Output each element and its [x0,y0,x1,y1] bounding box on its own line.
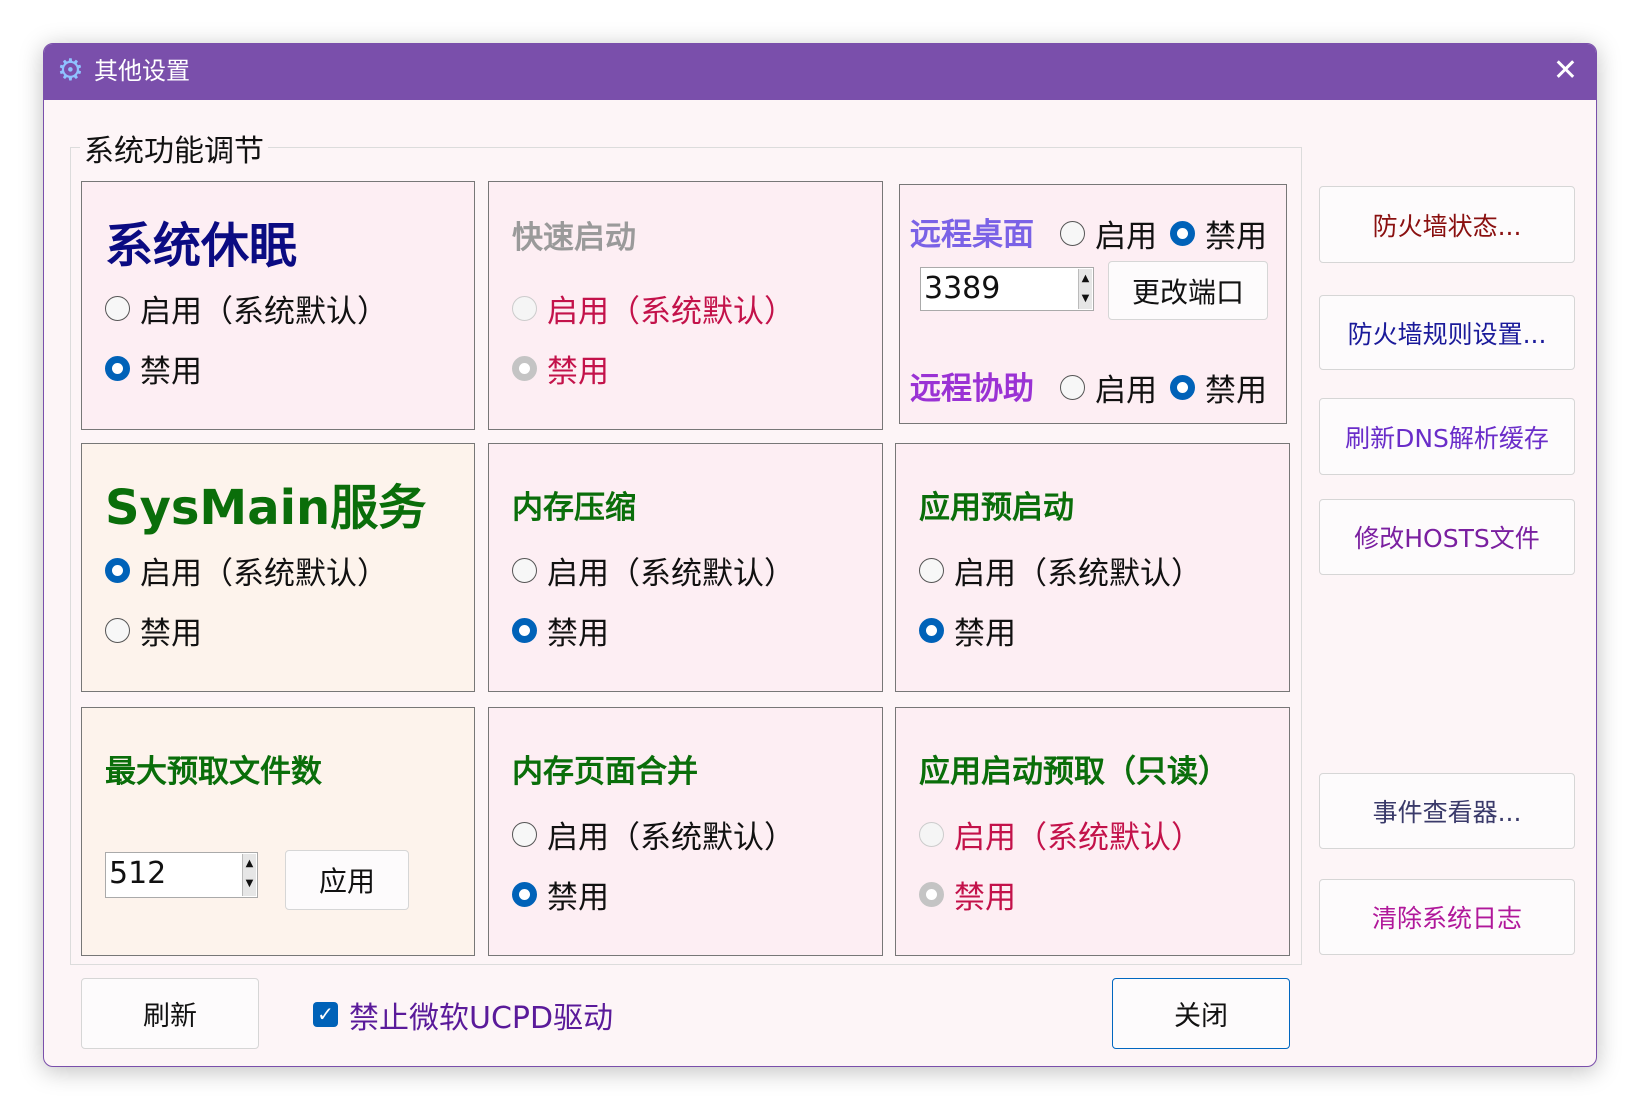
remote-desktop-disable-radio[interactable]: 禁用 [1170,211,1267,256]
fast-startup-disable-radio[interactable]: 禁用 [512,346,609,391]
app-launch-prefetch-disable-radio[interactable]: 禁用 [919,872,1016,917]
max-prefetch-input[interactable]: 512 ▲ ▼ [105,852,258,898]
gear-icon: ⚙ [57,53,84,88]
remote-desktop-label: 远程桌面 [910,217,1034,253]
title-bar: ⚙ 其他设置 ✕ [44,44,1596,100]
firewall-status-button[interactable]: 防火墙状态... [1319,186,1575,263]
rdp-port-input[interactable]: 3389 ▲ ▼ [920,267,1094,311]
sleep-enable-radio[interactable]: 启用（系统默认） [105,286,388,331]
clear-logs-button[interactable]: 清除系统日志 [1319,879,1575,955]
sysmain-enable-radio[interactable]: 启用（系统默认） [105,548,388,593]
refresh-button[interactable]: 刷新 [81,978,259,1049]
sleep-title: 系统休眠 [105,218,298,274]
fast-startup-title: 快速启动 [512,220,636,256]
remote-assist-disable-radio[interactable]: 禁用 [1170,365,1267,410]
close-button[interactable]: 关闭 [1112,978,1290,1049]
event-viewer-button[interactable]: 事件查看器... [1319,773,1575,849]
mem-compress-disable-radio[interactable]: 禁用 [512,608,609,653]
fast-startup-panel: 快速启动 启用（系统默认） 禁用 [488,181,883,430]
settings-dialog: ⚙ 其他设置 ✕ 系统功能调节 系统休眠 启用（系统默认） 禁用 快速启动 启用… [43,43,1597,1067]
app-prelaunch-title: 应用预启动 [919,490,1074,526]
app-launch-prefetch-title: 应用启动预取（只读） [919,754,1229,790]
close-icon[interactable]: ✕ [1553,54,1578,88]
app-prelaunch-disable-radio[interactable]: 禁用 [919,608,1016,653]
edit-hosts-button[interactable]: 修改HOSTS文件 [1319,499,1575,575]
spin-arrows[interactable]: ▲ ▼ [1078,269,1092,309]
remote-desktop-enable-radio[interactable]: 启用 [1060,211,1157,256]
mem-compress-enable-radio[interactable]: 启用（系统默认） [512,548,795,593]
sleep-disable-radio[interactable]: 禁用 [105,346,202,391]
sleep-panel: 系统休眠 启用（系统默认） 禁用 [81,181,475,430]
flush-dns-button[interactable]: 刷新DNS解析缓存 [1319,398,1575,475]
change-port-button[interactable]: 更改端口 [1108,261,1268,320]
ucpd-label[interactable]: 禁止微软UCPD驱动 [349,993,613,1037]
window-title: 其他设置 [94,57,190,85]
mem-compress-panel: 内存压缩 启用（系统默认） 禁用 [488,443,883,692]
remote-panel: 远程桌面 启用 禁用 3389 ▲ ▼ 更改端口 远程协助 启用 禁用 [899,184,1287,424]
app-prelaunch-panel: 应用预启动 启用（系统默认） 禁用 [895,443,1290,692]
max-prefetch-panel: 最大预取文件数 512 ▲ ▼ 应用 [81,707,475,956]
sysmain-title: SysMain服务 [105,480,427,536]
app-launch-prefetch-enable-radio[interactable]: 启用（系统默认） [919,812,1202,857]
sysmain-disable-radio[interactable]: 禁用 [105,608,202,653]
group-label: 系统功能调节 [80,126,268,170]
page-combine-enable-radio[interactable]: 启用（系统默认） [512,812,795,857]
app-prelaunch-enable-radio[interactable]: 启用（系统默认） [919,548,1202,593]
page-combine-panel: 内存页面合并 启用（系统默认） 禁用 [488,707,883,956]
page-combine-title: 内存页面合并 [512,754,698,790]
fast-startup-enable-radio[interactable]: 启用（系统默认） [512,286,795,331]
spin-arrows[interactable]: ▲ ▼ [242,854,256,896]
apply-button[interactable]: 应用 [285,850,409,910]
page-combine-disable-radio[interactable]: 禁用 [512,872,609,917]
max-prefetch-title: 最大预取文件数 [105,754,322,790]
app-launch-prefetch-panel: 应用启动预取（只读） 启用（系统默认） 禁用 [895,707,1290,956]
firewall-rules-button[interactable]: 防火墙规则设置... [1319,295,1575,370]
mem-compress-title: 内存压缩 [512,490,636,526]
remote-assist-enable-radio[interactable]: 启用 [1060,365,1157,410]
remote-assist-label: 远程协助 [910,371,1034,407]
sysmain-panel: SysMain服务 启用（系统默认） 禁用 [81,443,475,692]
ucpd-checkbox[interactable]: ✓ [313,1002,338,1027]
